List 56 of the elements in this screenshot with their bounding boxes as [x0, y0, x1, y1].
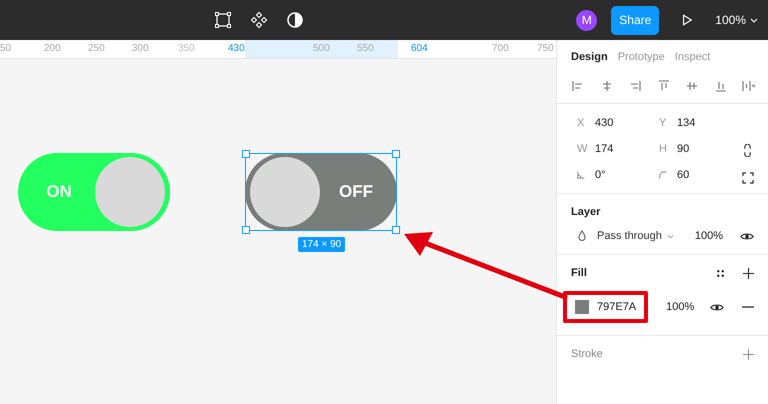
chevron-icon [750, 18, 758, 22]
property-field[interactable]: Y 134 [659, 117, 741, 129]
ruler-label: 50 [0, 43, 12, 54]
play-icon[interactable] [681, 14, 694, 26]
toggle-label: OFF [338, 182, 374, 202]
styles-icon[interactable] [716, 268, 725, 278]
property-field[interactable]: X 430 [577, 117, 659, 129]
toggle-knob [95, 157, 165, 227]
ruler-label: 250 [88, 43, 105, 54]
ruler-label: 500 [313, 43, 330, 54]
align-icon[interactable] [714, 79, 728, 93]
opacity-value[interactable]: 100% [694, 230, 723, 242]
angle-icon [577, 171, 585, 179]
property-field[interactable]: H 90 [659, 143, 741, 155]
ruler-label: 700 [492, 43, 509, 54]
align-icon[interactable] [571, 79, 585, 93]
distribute-icon[interactable] [742, 79, 756, 93]
zoom-dropdown[interactable]: 100% [715, 13, 758, 27]
corners-icon[interactable] [742, 172, 754, 184]
user-avatar[interactable]: M [576, 10, 598, 30]
plus-icon[interactable] [743, 268, 754, 278]
opacity-value[interactable]: 100% [666, 301, 694, 313]
eye-icon[interactable] [740, 232, 754, 240]
align-icon[interactable] [685, 79, 699, 93]
toggle-switch[interactable]: OFF [245, 153, 397, 231]
drop-icon [577, 230, 587, 242]
frame-icon[interactable] [214, 11, 232, 29]
ruler-label: 200 [44, 43, 61, 54]
eye-icon[interactable] [710, 302, 724, 312]
toggle-label: ON [45, 182, 73, 202]
property-field[interactable]: 60 [659, 169, 741, 181]
property-field[interactable]: W 174 [577, 143, 659, 155]
ruler-label: 300 [132, 43, 149, 54]
size-badge: 174 × 90 [298, 237, 346, 252]
ruler-label: 750 [537, 43, 554, 54]
contrast-icon[interactable] [286, 11, 304, 29]
chevron-icon [666, 234, 674, 238]
section-title: Layer [571, 206, 602, 218]
toggle-knob [250, 157, 320, 227]
constrain-proportions-icon[interactable] [743, 144, 752, 157]
ruler-label: 550 [357, 43, 374, 54]
ruler-label: 350 [178, 43, 195, 54]
section-title: Fill [571, 267, 587, 279]
component-icon[interactable] [250, 11, 268, 29]
panel-tab[interactable]: Design [571, 51, 608, 63]
hex-value[interactable]: 797E7A [597, 301, 636, 313]
property-field[interactable]: 0° [577, 169, 659, 181]
corner-radius-icon [659, 171, 667, 179]
minus-icon[interactable] [742, 306, 754, 308]
align-icon[interactable] [628, 79, 642, 93]
section-title: Stroke [571, 348, 603, 360]
align-icon[interactable] [656, 79, 670, 93]
ruler-label: 430 [228, 43, 245, 54]
color-swatch[interactable] [575, 300, 589, 314]
ruler-label: 604 [411, 43, 428, 54]
blend-mode-dropdown[interactable]: Pass through [597, 230, 674, 242]
